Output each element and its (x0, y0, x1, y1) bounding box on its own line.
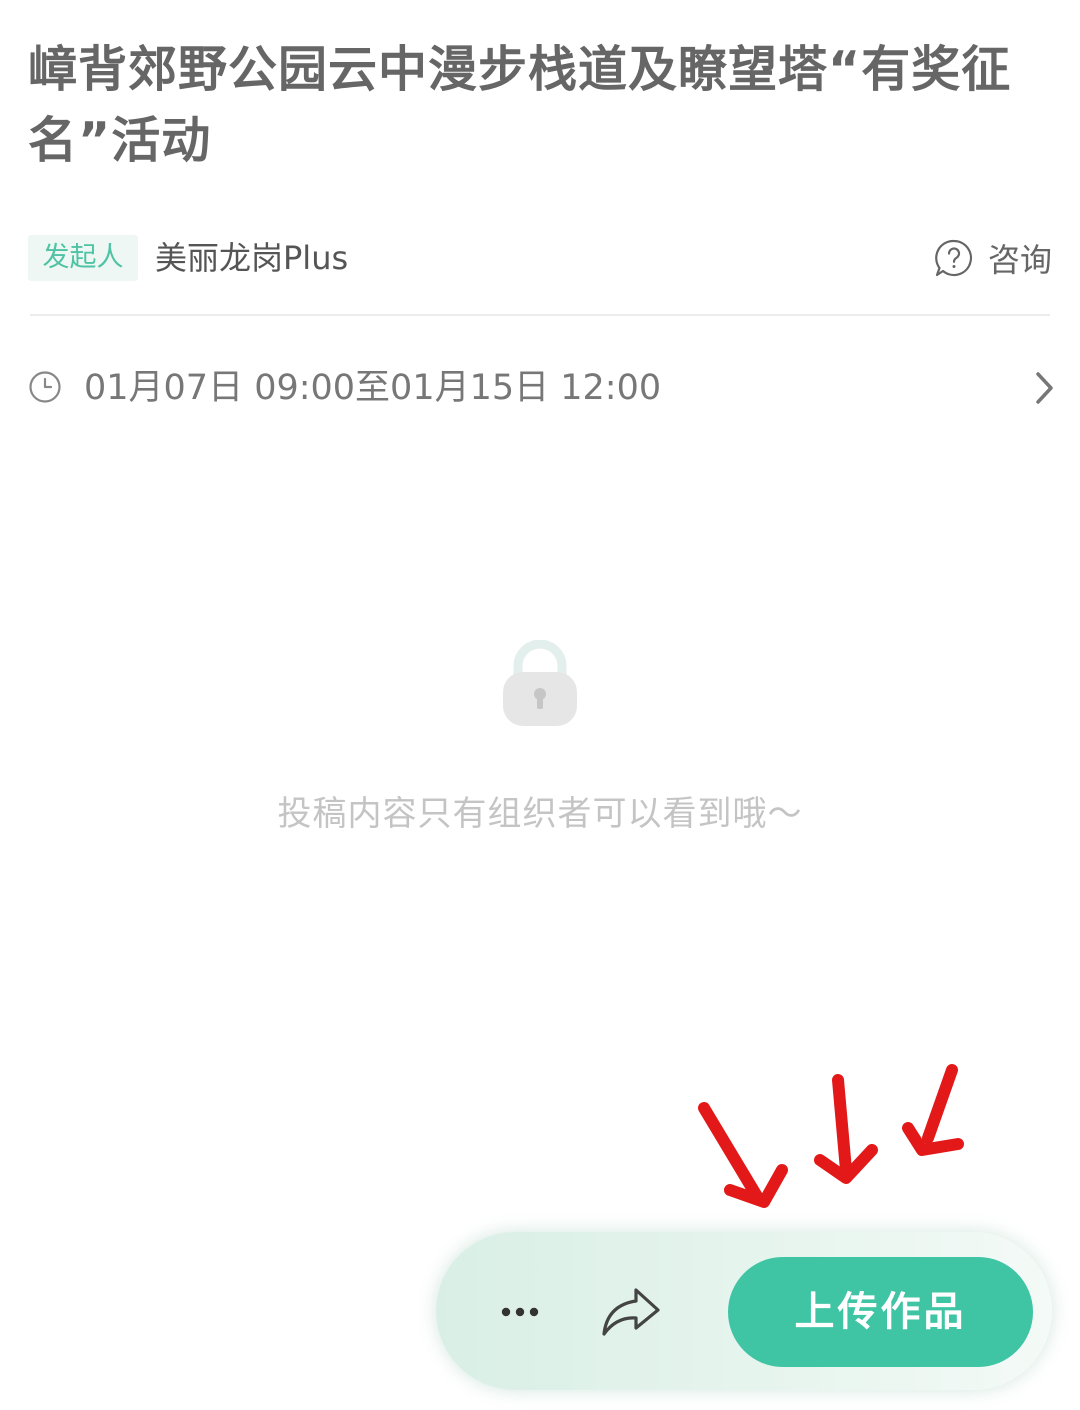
organizer-tag: 发起人 (28, 235, 138, 281)
bottom-action-bar: 上传作品 (436, 1232, 1052, 1390)
clock-icon (29, 371, 61, 403)
organizer-name[interactable]: 美丽龙岗Plus (155, 230, 348, 286)
divider (30, 314, 1050, 316)
page-title: 嶂背郊野公园云中漫步栈道及瞭望塔“有奖征名”活动 (28, 41, 1012, 169)
activity-time-row[interactable]: 01月07日 09:00至01月15日 12:00 (28, 362, 1058, 414)
upload-work-button[interactable]: 上传作品 (728, 1257, 1033, 1367)
question-circle-icon (935, 239, 973, 277)
lock-icon (503, 640, 577, 726)
private-submissions-notice: 投稿内容只有组织者可以看到哦～ (277, 794, 803, 834)
share-arrow-icon[interactable] (598, 1280, 664, 1342)
activity-time-range: 01月07日 09:00至01月15日 12:00 (84, 368, 662, 408)
consult-button[interactable]: 咨询 (934, 234, 1052, 282)
consult-label: 咨询 (987, 241, 1052, 279)
organizer-row: 发起人 美丽龙岗Plus 咨询 (28, 230, 1052, 286)
red-arrows-annotation (698, 1064, 964, 1208)
chevron-right-icon (1036, 372, 1053, 404)
more-dots-icon[interactable] (490, 1286, 550, 1336)
